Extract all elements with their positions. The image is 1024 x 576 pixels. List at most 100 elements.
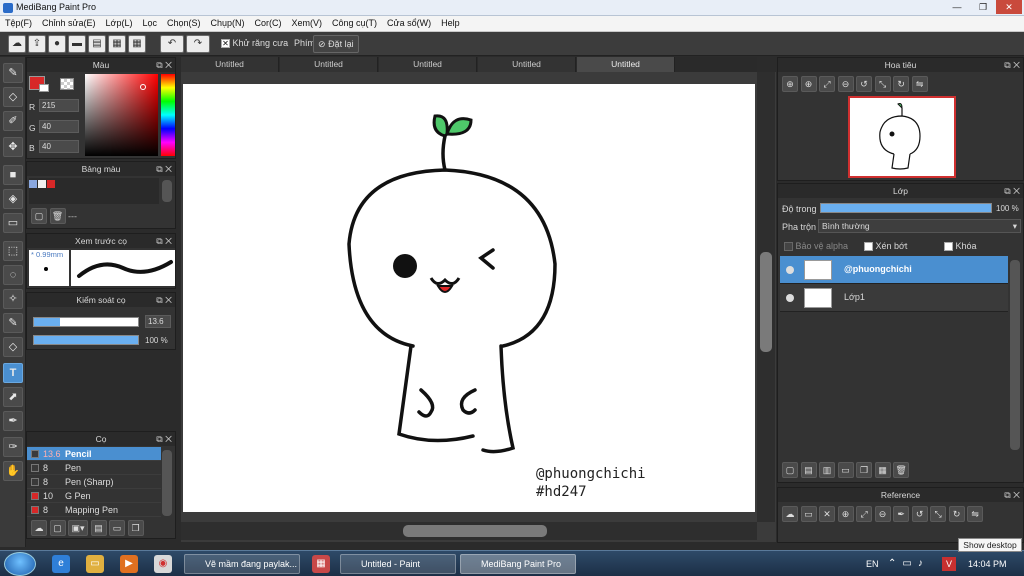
brush-size-slider[interactable]: [33, 317, 139, 327]
visibility-icon[interactable]: [786, 294, 794, 302]
reset-button[interactable]: ⊘ Đặt lại: [313, 35, 359, 53]
eyedropper-icon[interactable]: ✒: [893, 506, 910, 522]
background-color-swatch[interactable]: [39, 84, 49, 92]
menu-layer[interactable]: Lớp(L): [101, 16, 138, 30]
close-icon[interactable]: ⧉ ✕: [156, 432, 172, 446]
eraser-tool-icon[interactable]: ◇: [3, 87, 23, 107]
folder-icon[interactable]: ▭: [109, 520, 126, 536]
undo-icon[interactable]: ↶: [160, 35, 184, 53]
close-icon[interactable]: ⧉ ✕: [1004, 58, 1020, 72]
zoom-in-icon[interactable]: ⊕: [837, 506, 854, 522]
add-brush-icon[interactable]: ▣▾: [68, 520, 89, 536]
r-value-field[interactable]: 215: [39, 99, 79, 112]
brush-item[interactable]: 8 Pen: [27, 461, 161, 475]
language-indicator[interactable]: EN: [866, 559, 879, 569]
taskbar-item-medibang[interactable]: MediBang Paint Pro: [460, 554, 576, 574]
comment-icon[interactable]: ●: [48, 35, 66, 53]
drawing-canvas[interactable]: @phuongchichi #hd247: [183, 84, 755, 512]
navigator-thumbnail[interactable]: [848, 96, 956, 178]
layer-opacity-slider[interactable]: [820, 203, 992, 213]
close-icon[interactable]: ⧉ ✕: [156, 293, 172, 307]
brush-item[interactable]: 10 G Pen: [27, 489, 161, 503]
close-icon[interactable]: ⧉ ✕: [156, 58, 172, 72]
grid-icon[interactable]: ▦: [128, 35, 146, 53]
taskbar-item-browser[interactable]: Vẽ mầm đang paylak...: [184, 554, 300, 574]
menu-select[interactable]: Chọn(S): [162, 16, 206, 30]
protect-alpha-toggle[interactable]: Bảo vệ alpha: [784, 241, 848, 252]
select-rect-icon[interactable]: ⬚: [3, 241, 23, 261]
zoom-in-icon[interactable]: ⊕: [800, 76, 817, 92]
magic-wand-icon[interactable]: ✧: [3, 289, 23, 309]
menu-tools[interactable]: Công cụ(T): [327, 16, 382, 30]
cloud-brush-icon[interactable]: ☁: [31, 520, 47, 536]
fullscreen-icon[interactable]: ⤡: [930, 506, 947, 522]
menu-view[interactable]: Xem(V): [287, 16, 328, 30]
brush-item[interactable]: 8 Pen (Sharp): [27, 475, 161, 489]
fit-icon[interactable]: ⤢: [856, 506, 873, 522]
pen-icon[interactable]: ✑: [3, 437, 23, 457]
brush-item[interactable]: 13.6 Pencil: [27, 447, 161, 461]
vertical-scroll-thumb[interactable]: [760, 252, 772, 352]
close-icon[interactable]: ⧉ ✕: [1004, 488, 1020, 502]
hue-slider[interactable]: [161, 74, 175, 156]
transparent-swatch[interactable]: [60, 78, 74, 90]
brush-tool-icon[interactable]: ✎: [3, 63, 23, 83]
brush-list-scrollbar[interactable]: [162, 450, 172, 516]
select-eraser-icon[interactable]: ◇: [3, 337, 23, 357]
close-reference-icon[interactable]: ✕: [819, 506, 836, 522]
rotate-right-icon[interactable]: ↻: [948, 506, 965, 522]
new-layer-icon[interactable]: ▢: [782, 462, 798, 478]
brush-size-field[interactable]: 13.6: [145, 315, 171, 328]
hand-tool-icon[interactable]: ✋: [3, 461, 23, 481]
close-button[interactable]: ✕: [996, 0, 1022, 14]
bucket-tool-icon[interactable]: ◈: [3, 189, 23, 209]
palette-swatch[interactable]: [38, 180, 46, 188]
fullscreen-icon[interactable]: ⤡: [874, 76, 891, 92]
menu-window[interactable]: Cửa sổ(W): [382, 16, 436, 30]
dot-tool-icon[interactable]: ✐: [3, 111, 23, 131]
merge-layer-icon[interactable]: ▦: [874, 462, 891, 478]
speech-icon[interactable]: ▬: [68, 35, 86, 53]
cloud-icon[interactable]: ☁: [782, 506, 798, 522]
rotate-left-icon[interactable]: ↺: [856, 76, 873, 92]
media-player-icon[interactable]: ▶: [120, 555, 138, 573]
minimize-button[interactable]: —: [944, 0, 970, 14]
clip-checkbox[interactable]: [864, 242, 873, 252]
document-icon[interactable]: ▤: [88, 35, 106, 53]
close-icon[interactable]: ⧉ ✕: [156, 234, 172, 248]
vertical-scrollbar[interactable]: [757, 72, 775, 522]
menu-filter[interactable]: Lọc: [137, 16, 162, 30]
menu-file[interactable]: Tệp(F): [0, 16, 37, 30]
zoom-in-icon[interactable]: ⊕: [782, 76, 798, 92]
maximize-button[interactable]: ❐: [970, 0, 996, 14]
new-brush-icon[interactable]: ▢: [49, 520, 66, 536]
lock-toggle[interactable]: Khóa: [944, 241, 977, 252]
visibility-icon[interactable]: [786, 266, 794, 274]
palette-swatch[interactable]: [47, 180, 55, 188]
folder-icon[interactable]: ▭: [837, 462, 854, 478]
redo-icon[interactable]: ↷: [186, 35, 210, 53]
duplicate-icon[interactable]: ❐: [127, 520, 144, 536]
blend-mode-select[interactable]: Bình thường ▾: [818, 219, 1021, 233]
lasso-tool-icon[interactable]: ◌: [3, 265, 23, 285]
duplicate-layer-icon[interactable]: ❐: [856, 462, 873, 478]
ie-icon[interactable]: e: [52, 555, 70, 573]
close-icon[interactable]: ⧉ ✕: [156, 162, 172, 176]
menu-capture[interactable]: Chụp(N): [206, 16, 250, 30]
tray-app-icon[interactable]: V: [942, 557, 956, 571]
tab-untitled-4[interactable]: Untitled: [478, 57, 576, 72]
lock-checkbox[interactable]: [944, 242, 953, 252]
delete-layer-icon[interactable]: 🗑: [893, 462, 910, 478]
antialias-checkbox[interactable]: ✕: [221, 39, 230, 49]
cloud-icon[interactable]: ☁: [8, 35, 26, 53]
start-button[interactable]: [4, 552, 36, 576]
tab-untitled-1[interactable]: Untitled: [181, 57, 279, 72]
close-icon[interactable]: ⧉ ✕: [1004, 184, 1020, 198]
rotate-right-icon[interactable]: ↻: [893, 76, 910, 92]
menu-edit[interactable]: Chỉnh sửa(E): [37, 16, 101, 30]
gradient-tool-icon[interactable]: ▭: [3, 213, 23, 233]
menu-help[interactable]: Help: [436, 16, 465, 30]
operation-tool-icon[interactable]: ⬈: [3, 387, 23, 407]
explorer-icon[interactable]: ▭: [86, 555, 104, 573]
brush-settings-icon[interactable]: ▤: [90, 520, 107, 536]
